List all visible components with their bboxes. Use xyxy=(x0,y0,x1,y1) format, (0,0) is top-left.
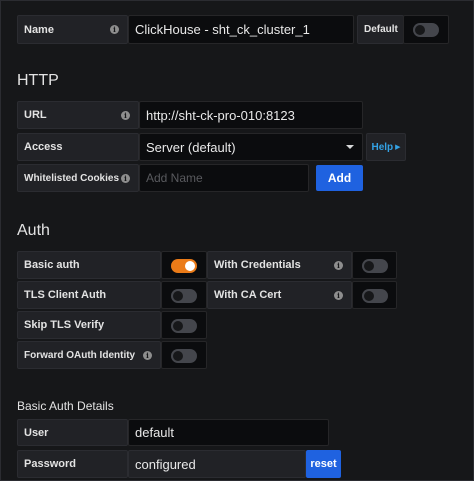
default-toggle[interactable] xyxy=(413,23,439,37)
skip-tls-label: Skip TLS Verify xyxy=(17,311,161,339)
toggle-knob xyxy=(364,261,374,271)
user-input-value: default xyxy=(135,425,175,440)
access-select[interactable]: Server (default) xyxy=(139,133,363,161)
password-label-text: Password xyxy=(24,458,76,470)
password-label: Password xyxy=(17,450,128,478)
toggle-knob xyxy=(173,351,183,361)
skip-tls-label-text: Skip TLS Verify xyxy=(24,319,105,331)
toggle-knob xyxy=(364,291,374,301)
basic-auth-label: Basic auth xyxy=(17,251,161,279)
info-icon[interactable]: i xyxy=(121,110,130,120)
add-cookie-button[interactable]: Add xyxy=(316,165,363,191)
user-input[interactable]: default xyxy=(128,419,329,446)
reset-password-button[interactable]: reset xyxy=(306,450,341,478)
toggle-knob xyxy=(173,321,183,331)
forward-oauth-label-text: Forward OAuth Identity xyxy=(24,349,136,361)
url-label-text: URL xyxy=(24,109,47,121)
toggle-knob xyxy=(415,25,425,35)
caret-down-icon xyxy=(346,145,354,149)
access-select-value: Server (default) xyxy=(146,139,236,155)
basic-auth-label-text: Basic auth xyxy=(24,259,80,271)
cookies-label-text: Whitelisted Cookies xyxy=(24,172,120,184)
tls-client-auth-toggle[interactable] xyxy=(171,289,197,303)
url-input-value: http://sht-ck-pro-010:8123 xyxy=(146,107,295,123)
with-ca-cert-toggle[interactable] xyxy=(362,289,388,303)
forward-oauth-switch-box xyxy=(161,341,207,369)
access-label-text: Access xyxy=(24,141,63,153)
with-ca-cert-switch-box xyxy=(352,281,397,309)
tls-client-auth-switch-box xyxy=(161,281,207,309)
info-icon[interactable]: i xyxy=(110,25,119,34)
http-heading: HTTP xyxy=(17,72,59,89)
default-switch-box xyxy=(403,15,449,44)
basic-auth-details-heading: Basic Auth Details xyxy=(17,399,114,413)
with-ca-cert-label-text: With CA Cert xyxy=(214,289,282,301)
help-label: Help xyxy=(371,141,394,153)
info-icon[interactable]: i xyxy=(121,173,130,183)
help-button[interactable]: Help ▶ xyxy=(366,133,406,161)
basic-auth-toggle[interactable] xyxy=(171,259,197,273)
access-label: Access xyxy=(17,133,139,161)
info-icon[interactable]: i xyxy=(334,260,343,270)
password-input-value: configured xyxy=(135,456,196,472)
with-credentials-label: With Credentials i xyxy=(207,251,352,279)
user-label-text: User xyxy=(24,426,49,439)
caret-right-icon: ▶ xyxy=(395,144,401,151)
with-credentials-toggle[interactable] xyxy=(362,259,388,273)
forward-oauth-label: Forward OAuth Identity i xyxy=(17,341,161,369)
name-input[interactable]: ClickHouse - sht_ck_cluster_1 xyxy=(128,15,354,44)
with-credentials-label-text: With Credentials xyxy=(214,259,301,271)
tls-client-auth-label: TLS Client Auth xyxy=(17,281,161,309)
skip-tls-switch-box xyxy=(161,311,207,339)
name-label-text: Name xyxy=(24,23,54,36)
url-label: URL i xyxy=(17,101,139,129)
url-input[interactable]: http://sht-ck-pro-010:8123 xyxy=(139,101,363,129)
toggle-knob xyxy=(185,261,195,271)
with-credentials-switch-box xyxy=(352,251,397,279)
password-input: configured xyxy=(128,450,306,478)
cookies-label: Whitelisted Cookies i xyxy=(17,164,139,192)
default-label: Default xyxy=(357,15,404,44)
auth-heading: Auth xyxy=(17,222,50,239)
toggle-knob xyxy=(173,291,183,301)
user-label: User xyxy=(17,419,128,446)
info-icon[interactable]: i xyxy=(143,350,152,360)
name-input-value: ClickHouse - sht_ck_cluster_1 xyxy=(135,22,310,37)
cookies-input-placeholder: Add Name xyxy=(146,171,203,185)
name-label: Name i xyxy=(17,15,128,44)
forward-oauth-toggle[interactable] xyxy=(171,349,197,363)
tls-client-auth-label-text: TLS Client Auth xyxy=(24,289,107,301)
with-ca-cert-label: With CA Cert i xyxy=(207,281,352,309)
info-icon[interactable]: i xyxy=(334,290,343,300)
cookies-input[interactable]: Add Name xyxy=(139,164,309,192)
skip-tls-toggle[interactable] xyxy=(171,319,197,333)
default-label-text: Default xyxy=(364,24,398,35)
basic-auth-switch-box xyxy=(161,251,207,279)
